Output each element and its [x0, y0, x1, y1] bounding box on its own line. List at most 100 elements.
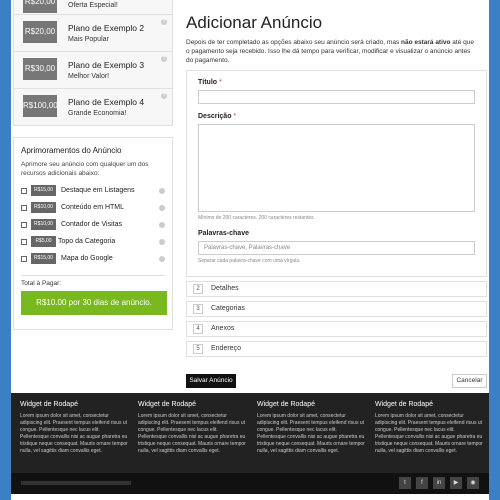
section-number: 3 [193, 304, 203, 314]
upgrade-price: R$10,00 [31, 202, 56, 213]
footer-widget: Widget de Rodapé Lorem ipsum dolor sit a… [20, 401, 128, 455]
section-title: Categorias [211, 305, 245, 312]
upgrade-price: R$5,00 [31, 236, 56, 247]
upgrade-checkbox[interactable] [21, 239, 27, 245]
upgrade-price: R$15,00 [31, 185, 56, 196]
footer: Widget de Rodapé Lorem ipsum dolor sit a… [11, 393, 489, 473]
info-icon[interactable] [159, 205, 165, 211]
section-number: 2 [193, 284, 203, 294]
plan-item-4[interactable]: R$100,00 Plano de Exemplo 4 Grande Econo… [13, 89, 173, 126]
upgrade-checkbox[interactable] [21, 188, 27, 194]
main-content: Adicionar Anúncio Depois de ter completa… [186, 0, 487, 396]
upgrade-price: R$10,00 [31, 219, 56, 230]
section-details[interactable]: 2 Detalhes [186, 281, 487, 297]
plan-list: R$20,00 Oferta Especial! R$20,00 Plano d… [13, 0, 173, 126]
section-title: Endereço [211, 345, 241, 352]
plan-subtitle: Grande Economia! [68, 110, 127, 117]
keywords-hint: Separar cada palavra-chave com uma vírgu… [198, 258, 301, 264]
upgrade-option: R$15,00 Destaque em Listagens [21, 184, 165, 201]
info-icon[interactable]: ? [161, 19, 167, 25]
widget-title: Widget de Rodapé [257, 401, 315, 408]
footer-widget: Widget de Rodapé Lorem ipsum dolor sit a… [138, 401, 246, 455]
plan-price: R$20,00 [23, 0, 57, 13]
plan-name: Plano de Exemplo 2 [68, 23, 145, 33]
plan-price: R$20,00 [23, 21, 57, 43]
required-mark: * [233, 113, 237, 120]
footer-widget: Widget de Rodapé Lorem ipsum dolor sit a… [375, 401, 483, 455]
info-icon[interactable] [159, 188, 165, 194]
description-label: Descrição * [198, 113, 475, 120]
cancel-button[interactable]: Cancelar [452, 374, 487, 388]
rss-icon[interactable]: ◉ [467, 477, 479, 489]
upgrade-option: R$10,00 Conteúdo em HTML [21, 201, 165, 218]
plan-subtitle: Oferta Especial! [68, 2, 118, 9]
intro-text-part: Depois de ter completado as opções abaix… [186, 39, 401, 46]
section-number: 4 [193, 324, 203, 334]
page-title: Adicionar Anúncio [186, 13, 323, 32]
bottom-bar: t f in ▶ ◉ [11, 473, 489, 494]
widget-text: Lorem ipsum dolor sit amet, consectetur … [375, 413, 483, 454]
description-textarea[interactable] [198, 124, 475, 212]
section-categories[interactable]: 3 Categorias [186, 301, 487, 317]
upgrade-checkbox[interactable] [21, 205, 27, 211]
char-count-hint: Mínimo de 200 caracteres. 200 caracteres… [198, 215, 316, 221]
upgrade-name: Topo da Categoria [58, 238, 116, 245]
upgrades-title: Aprimoramentos do Anúncio [21, 146, 122, 155]
plan-subtitle: Melhor Valor! [68, 73, 110, 80]
info-icon[interactable] [159, 222, 165, 228]
info-icon[interactable]: ? [161, 93, 167, 99]
widget-title: Widget de Rodapé [375, 401, 433, 408]
upgrade-option: R$10,00 Contador de Visitas [21, 218, 165, 235]
section-address[interactable]: 5 Endereço [186, 341, 487, 357]
plan-price: R$30,00 [23, 58, 57, 80]
intro-text-bold: não estará ativo [401, 39, 451, 46]
total-label: Total à Pagar: [21, 280, 62, 287]
upgrade-option: R$5,00 Topo da Categoria [21, 235, 165, 252]
plan-name: Plano de Exemplo 4 [68, 97, 145, 107]
plan-item-2[interactable]: R$20,00 Plano de Exemplo 2 Mais Popular … [13, 15, 173, 52]
plan-item-1[interactable]: R$20,00 Oferta Especial! [13, 0, 173, 15]
section-title: Anexos [211, 325, 235, 332]
widget-text: Lorem ipsum dolor sit amet, consectetur … [257, 413, 365, 454]
upgrade-name: Mapa do Google [61, 255, 113, 262]
title-label: Título * [198, 79, 475, 86]
section-attachments[interactable]: 4 Anexos [186, 321, 487, 337]
plan-subtitle: Mais Popular [68, 36, 109, 43]
upgrades-description: Aprimore seu anúncio com qualquer um dos… [21, 161, 149, 177]
required-mark: * [219, 79, 222, 86]
save-button[interactable]: Salvar Anúncio [186, 374, 236, 388]
page: R$20,00 Oferta Especial! R$20,00 Plano d… [11, 0, 489, 500]
info-icon[interactable] [159, 256, 165, 262]
widget-text: Lorem ipsum dolor sit amet, consectetur … [20, 413, 128, 454]
upgrade-checkbox[interactable] [21, 256, 27, 262]
upgrade-name: Destaque em Listagens [61, 187, 135, 194]
total-button[interactable]: R$10.00 por 30 dias de anúncio. [21, 291, 167, 315]
widget-text: Lorem ipsum dolor sit amet, consectetur … [138, 413, 246, 454]
plan-item-3[interactable]: R$30,00 Plano de Exemplo 3 Melhor Valor!… [13, 52, 173, 89]
upgrade-checkbox[interactable] [21, 222, 27, 228]
plan-price: R$100,00 [23, 95, 58, 117]
upgrades-panel: Aprimoramentos do Anúncio Aprimore seu a… [13, 137, 173, 330]
upgrade-price: R$15,00 [31, 253, 56, 264]
section-number: 5 [193, 344, 203, 354]
upgrade-name: Conteúdo em HTML [61, 204, 125, 211]
divider [21, 275, 165, 276]
title-label-text: Título [198, 79, 218, 86]
twitter-icon[interactable]: t [399, 477, 411, 489]
youtube-icon[interactable]: ▶ [450, 477, 462, 489]
facebook-icon[interactable]: f [416, 477, 428, 489]
intro-text: Depois de ter completado as opções abaix… [186, 38, 476, 65]
upgrade-name: Contador de Visitas [61, 221, 122, 228]
keywords-input[interactable]: Palavras-chave, Palavras-chave [198, 241, 475, 255]
info-icon[interactable]: ? [161, 56, 167, 62]
widget-title: Widget de Rodapé [20, 401, 78, 408]
upgrade-option: R$15,00 Mapa do Google [21, 252, 165, 269]
title-input[interactable] [198, 90, 475, 104]
section-title: Detalhes [211, 285, 239, 292]
footer-widget: Widget de Rodapé Lorem ipsum dolor sit a… [257, 401, 365, 455]
linkedin-icon[interactable]: in [433, 477, 445, 489]
info-icon[interactable] [159, 239, 165, 245]
ad-form: Título * Descrição * Mínimo de 200 carac… [186, 70, 487, 277]
description-label-text: Descrição [198, 113, 232, 120]
plan-name: Plano de Exemplo 3 [68, 60, 145, 70]
